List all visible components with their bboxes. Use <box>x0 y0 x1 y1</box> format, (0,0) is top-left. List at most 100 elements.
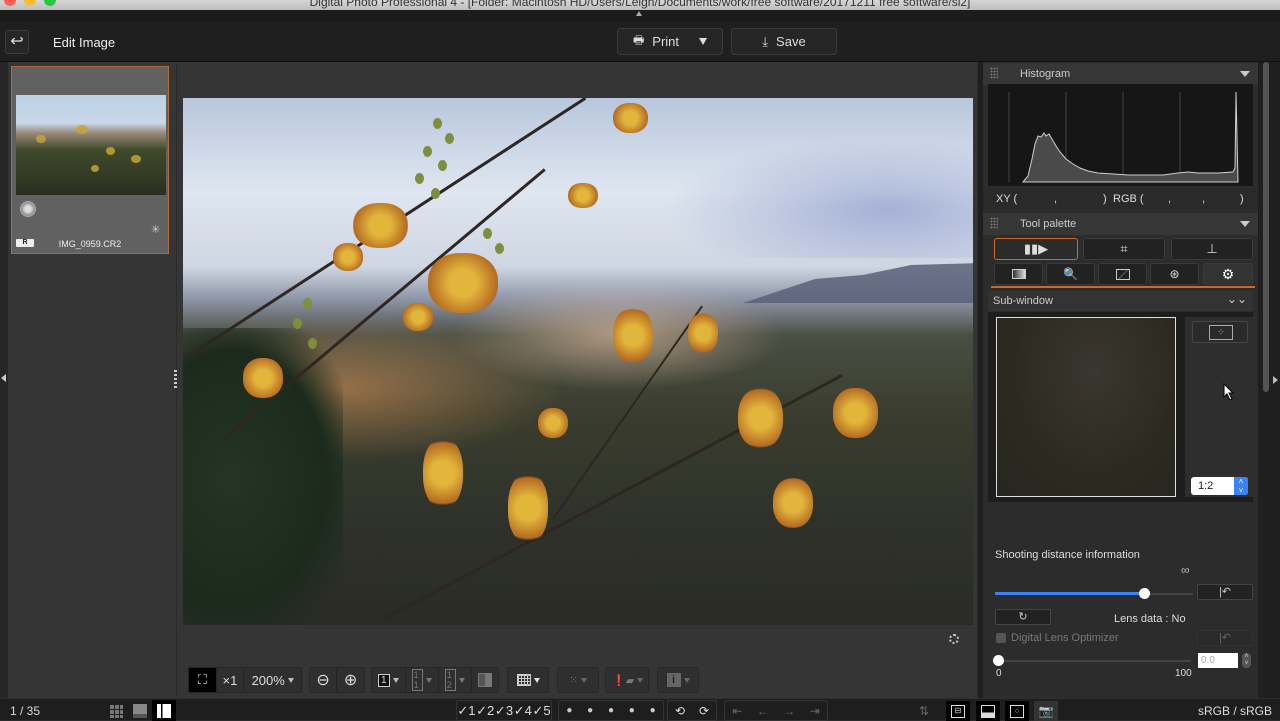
dlo-checkbox-row[interactable]: Digital Lens Optimizer <box>996 632 1119 644</box>
collapse-toolbar-icon[interactable] <box>636 11 642 16</box>
grid-button[interactable] <box>508 668 548 692</box>
side-by-side-button[interactable]: 1 2 <box>439 668 472 692</box>
lens-data-label: Lens data : <box>1114 613 1169 625</box>
filmstrip-bottom-icon <box>133 703 147 718</box>
zoom-out-button[interactable]: ⊖ <box>310 668 338 692</box>
sub-window-preview[interactable] <box>996 317 1176 497</box>
lens-data-info: Lens data : No <box>1114 613 1186 625</box>
histogram-header[interactable]: Histogram <box>983 63 1258 85</box>
first-image-icon[interactable]: ⇤ <box>732 704 742 718</box>
rotate-right-icon[interactable]: ⟳ <box>699 704 709 718</box>
previous-image-icon[interactable]: ← <box>757 704 769 718</box>
tool-panel-scrollbar[interactable] <box>1263 62 1269 392</box>
rating-check-icon[interactable] <box>20 201 36 217</box>
sub-window-fit-button[interactable]: ⁘ <box>1192 321 1248 343</box>
rating-star-2[interactable]: ✓2 <box>476 703 495 719</box>
highlight-warning-group: ❗▰ <box>605 667 649 693</box>
rotate-left-icon[interactable]: ⟲ <box>675 704 685 718</box>
tab-settings[interactable]: ⚙ <box>1203 263 1253 285</box>
grid-layout-icon <box>109 703 123 718</box>
last-image-icon[interactable]: ⇥ <box>810 704 820 718</box>
filmstrip-left-button[interactable] <box>152 700 176 721</box>
sort-icon: ⇅ <box>918 704 930 718</box>
tab-stamp[interactable]: ⊥ <box>1171 238 1253 260</box>
navigation-group: ⇤ ← → ⇥ <box>724 700 828 721</box>
refresh-button[interactable]: ↻ <box>995 609 1051 625</box>
check-mark-2[interactable]: ● <box>587 705 593 716</box>
print-button[interactable]: 🖶 Print <box>617 28 723 55</box>
highlight-warning-button[interactable]: ❗▰ <box>606 668 649 692</box>
sub-window-title: Sub-window <box>993 295 1053 307</box>
tab-basic[interactable] <box>994 263 1043 285</box>
check-mark-3[interactable]: ● <box>608 705 614 716</box>
navigator-icon[interactable] <box>949 634 959 644</box>
single-view-button[interactable]: 1 <box>372 668 406 692</box>
rating-star-3[interactable]: ✓3 <box>495 703 514 719</box>
tab-tone-curve[interactable] <box>1098 263 1147 285</box>
chevron-down-icon[interactable] <box>1240 71 1250 77</box>
tab-crop[interactable]: ⌗ <box>1083 238 1165 260</box>
histogram-luminance <box>1021 91 1239 183</box>
tool-palette-header[interactable]: Tool palette <box>983 213 1258 235</box>
tool-palette-toggle[interactable]: ⊟ <box>946 701 970 721</box>
filmstrip-bottom-button[interactable] <box>128 700 152 721</box>
check-mark-5[interactable]: ● <box>650 705 656 716</box>
main-toolbar: ↩ Edit Image 🖶 Print ⤓ Save <box>0 22 1280 62</box>
dlo-reset-button[interactable]: |↶ <box>1197 630 1253 646</box>
zoom-level-dropdown[interactable]: 200% <box>244 668 301 692</box>
dlo-slider[interactable] <box>998 660 1191 662</box>
double-chevron-down-icon[interactable]: ⌄⌄ <box>1227 292 1247 306</box>
tab-tone-detail[interactable]: 🔍 <box>1046 263 1095 285</box>
print-dropdown-caret[interactable] <box>699 38 708 45</box>
save-button[interactable]: ⤓ Save <box>731 28 837 55</box>
compare-view-icon: 1 1 <box>411 669 423 691</box>
tool-palette-title: Tool palette <box>1020 218 1077 230</box>
dlo-label: Digital Lens Optimizer <box>1011 632 1119 644</box>
drag-handle-icon[interactable] <box>990 217 998 229</box>
camera-settings-toggle[interactable]: 📷 <box>1034 701 1058 721</box>
dlo-value-stepper[interactable]: ˄ ˅ <box>1242 653 1251 668</box>
check-mark-4[interactable]: ● <box>629 705 635 716</box>
tab-lens-correction[interactable]: ▮▮▶ <box>994 238 1078 260</box>
af-point-icon: ⁙ <box>569 674 578 686</box>
dlo-value-input[interactable]: 0.0 <box>1198 653 1238 668</box>
info-button[interactable]: i <box>658 668 698 692</box>
check-mark-1[interactable]: ● <box>566 705 572 716</box>
sort-button[interactable]: ⇅ <box>912 701 936 721</box>
rating-star-4[interactable]: ✓4 <box>513 703 532 719</box>
sub-window-header[interactable]: Sub-window ⌄⌄ <box>988 291 1253 311</box>
color-space-label: sRGB / sRGB <box>1198 704 1273 718</box>
fit-to-screen-button[interactable]: ⛶ <box>189 668 217 692</box>
collapse-left-icon[interactable] <box>1 374 6 382</box>
chevron-down-icon[interactable] <box>1240 221 1250 227</box>
preview-image[interactable] <box>183 98 973 625</box>
next-image-icon[interactable]: → <box>783 704 795 718</box>
zoom-in-button[interactable]: ⊕ <box>337 668 364 692</box>
rating-star-1[interactable]: ✓1 <box>457 703 476 719</box>
tab-color[interactable]: ⊛ <box>1150 263 1199 285</box>
dlo-slider-thumb[interactable] <box>993 655 1004 666</box>
magnify-label: ×1 <box>222 672 238 688</box>
quad-view-button[interactable] <box>472 668 498 692</box>
shooting-distance-thumb[interactable] <box>1138 588 1150 599</box>
dlo-checkbox[interactable] <box>996 633 1006 643</box>
left-edge-strip <box>0 62 8 698</box>
compare-view-button[interactable]: 1 1 <box>406 668 439 692</box>
af-point-button[interactable]: ⁙ <box>558 668 598 692</box>
grid-layout-button[interactable] <box>104 700 128 721</box>
magnify-100-button[interactable]: ×1 <box>217 668 245 692</box>
histogram-toggle[interactable] <box>976 701 1000 721</box>
back-button[interactable]: ↩ <box>5 30 29 54</box>
sub-window-ratio-select[interactable]: 1:2 ˄ ˅ <box>1191 477 1248 495</box>
drag-handle-icon[interactable] <box>990 67 998 79</box>
zoom-level-value: 200% <box>251 672 285 688</box>
collapse-right-icon[interactable] <box>1273 376 1278 384</box>
rating-star-5[interactable]: ✓5 <box>532 703 551 719</box>
shooting-distance-fill <box>995 592 1144 595</box>
shooting-distance-reset-button[interactable]: |↶ <box>1197 584 1253 600</box>
rgb-separator: , <box>1202 193 1206 205</box>
stepper-icon[interactable]: ˄ ˅ <box>1234 477 1248 495</box>
xy-separator: , <box>1054 193 1058 205</box>
thumbnail-item[interactable]: ✳ R IMG_0959.CR2 <box>11 66 169 254</box>
sub-window-toggle[interactable]: ⁘ <box>1005 701 1029 721</box>
